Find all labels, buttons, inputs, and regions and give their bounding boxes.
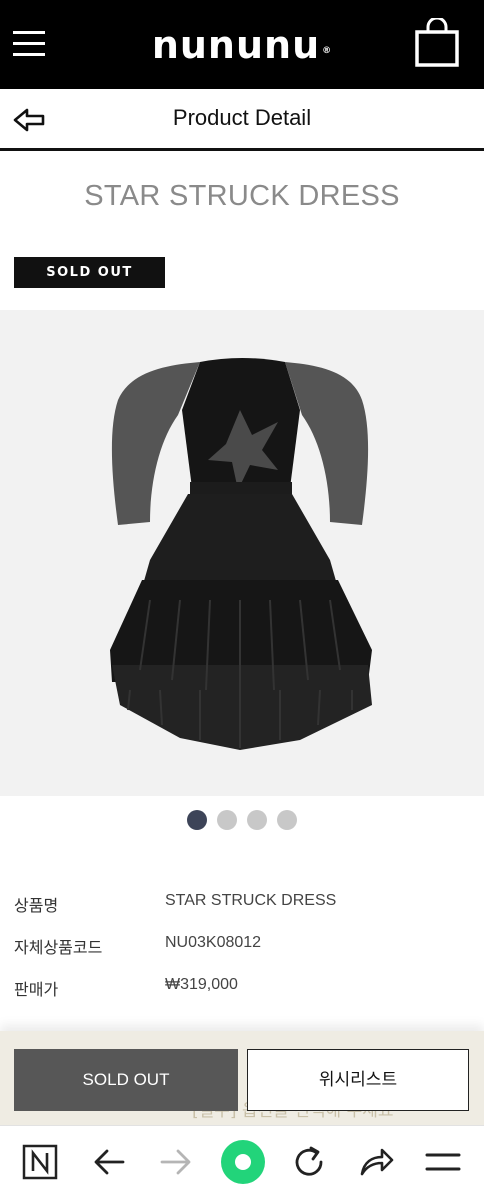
refresh-icon[interactable] [289, 1142, 329, 1182]
sold-out-button[interactable]: SOLD OUT [14, 1049, 238, 1111]
product-image[interactable] [0, 310, 484, 796]
page: nununu ® Product Detail STAR STRUCK DRESS… [0, 0, 484, 1200]
info-value: ₩319,000 [165, 976, 238, 993]
info-row-name: 상품명 STAR STRUCK DRESS [14, 892, 474, 934]
browser-toolbar [0, 1125, 484, 1200]
info-label: 상품명 [14, 898, 59, 915]
carousel-dots [0, 810, 484, 830]
menu-icon[interactable] [423, 1142, 463, 1182]
product-title: STAR STRUCK DRESS [84, 180, 400, 212]
home-green-icon[interactable] [219, 1138, 267, 1186]
carousel-dot-2[interactable] [217, 810, 237, 830]
page-header: Product Detail [0, 89, 484, 151]
share-icon[interactable] [356, 1142, 396, 1182]
page-title: Product Detail [172, 105, 312, 130]
forward-icon [160, 1149, 191, 1175]
dress-illustration [110, 358, 372, 750]
brand-logo-text: nununu [151, 23, 321, 67]
site-header: nununu ® [0, 0, 484, 89]
info-row-price: 판매가 ₩319,000 [14, 976, 474, 1018]
registered-mark: ® [322, 46, 333, 56]
back-icon[interactable] [89, 1142, 129, 1182]
info-label: 판매가 [14, 982, 59, 999]
info-label: 자체상품코드 [14, 940, 103, 957]
hamburger-icon[interactable] [13, 31, 45, 57]
carousel-dot-3[interactable] [247, 810, 267, 830]
wishlist-button[interactable]: 위시리스트 [247, 1049, 469, 1111]
info-row-code: 자체상품코드 NU03K08012 [14, 934, 474, 976]
product-info-table: 상품명 STAR STRUCK DRESS 자체상품코드 NU03K08012 … [14, 892, 474, 1018]
brand-logo[interactable]: nununu ® [140, 22, 344, 68]
info-value: NU03K08012 [165, 934, 262, 951]
naver-n-icon[interactable] [20, 1142, 60, 1182]
shopping-bag-icon[interactable] [414, 18, 460, 68]
info-value: STAR STRUCK DRESS [165, 892, 337, 909]
sold-out-badge: SOLD OUT [14, 257, 165, 288]
carousel-dot-1[interactable] [187, 810, 207, 830]
carousel-dot-4[interactable] [277, 810, 297, 830]
